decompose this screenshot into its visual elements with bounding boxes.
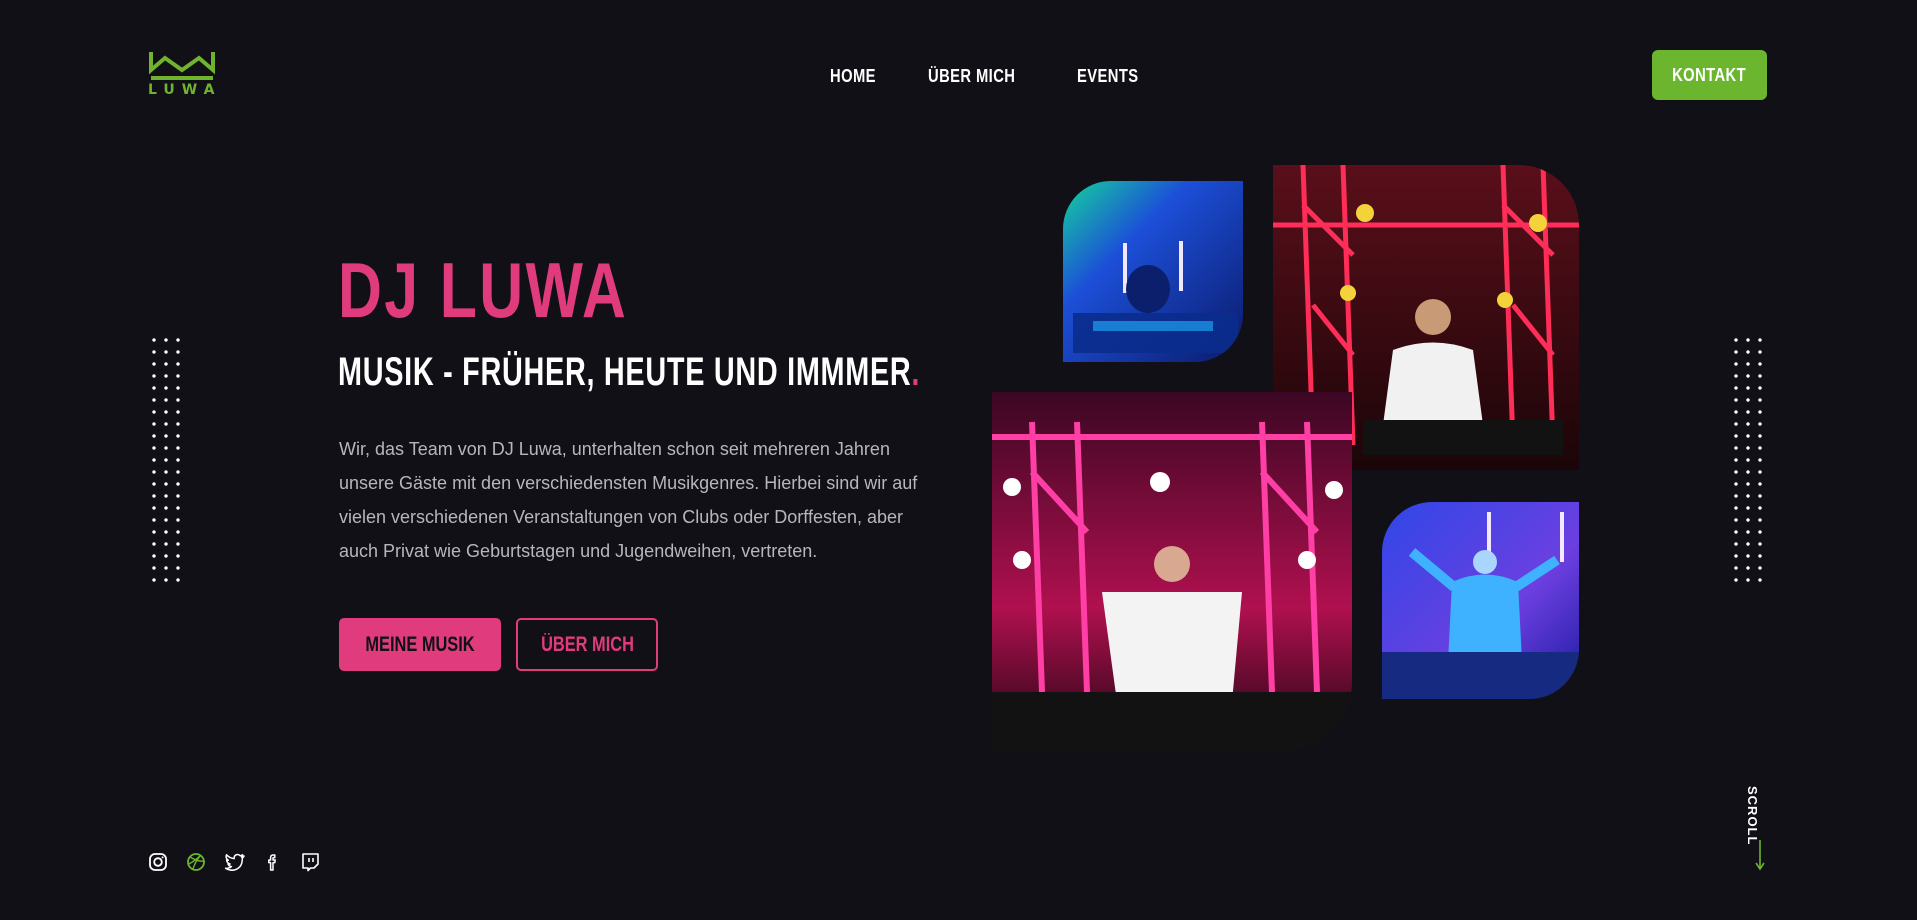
hero-subtitle: MUSIK - FRÜHER, HEUTE UND IMMMER.	[338, 350, 920, 395]
hero-subtitle-text: MUSIK - FRÜHER, HEUTE UND IMMMER	[338, 350, 912, 394]
nav-item-ueber-mich[interactable]: ÜBER MICH	[928, 66, 1015, 87]
dot-grid-left	[148, 334, 184, 586]
about-me-button[interactable]: ÜBER MICH	[516, 618, 658, 671]
social-links	[148, 852, 320, 872]
crown-icon	[149, 52, 215, 80]
facebook-icon[interactable]	[262, 852, 282, 872]
hero-title: DJ LUWA	[338, 246, 629, 334]
dj-photo-blue-booth	[1063, 181, 1243, 362]
arrow-down-icon	[1755, 840, 1765, 871]
dj-photo-crowd	[1382, 502, 1579, 699]
contact-button-label: KONTAKT	[1672, 64, 1747, 85]
scroll-indicator[interactable]: SCROLL	[1745, 786, 1772, 872]
instagram-icon[interactable]	[148, 852, 168, 872]
about-me-button-label: ÜBER MICH	[540, 632, 634, 656]
my-music-button[interactable]: MEINE MUSIK	[339, 618, 501, 671]
main-nav: HOME ÜBER MICH EVENTS	[830, 66, 1152, 87]
twitter-icon[interactable]	[224, 852, 245, 872]
dot-grid-right	[1730, 334, 1766, 586]
hero-subtitle-dot: .	[911, 350, 921, 394]
logo[interactable]: LUWA	[148, 48, 216, 102]
nav-item-home[interactable]: HOME	[830, 66, 876, 87]
my-music-button-label: MEINE MUSIK	[365, 632, 475, 656]
dribbble-icon[interactable]	[186, 852, 206, 872]
hero-description: Wir, das Team von DJ Luwa, unterhalten s…	[339, 439, 918, 561]
logo-text: LUWA	[148, 82, 222, 98]
nav-item-events[interactable]: EVENTS	[1077, 66, 1139, 87]
contact-button[interactable]: KONTAKT	[1652, 50, 1767, 100]
scroll-label: SCROLL	[1745, 786, 1760, 846]
dj-photo-pink-stage	[992, 392, 1352, 752]
twitch-icon[interactable]	[300, 852, 320, 872]
